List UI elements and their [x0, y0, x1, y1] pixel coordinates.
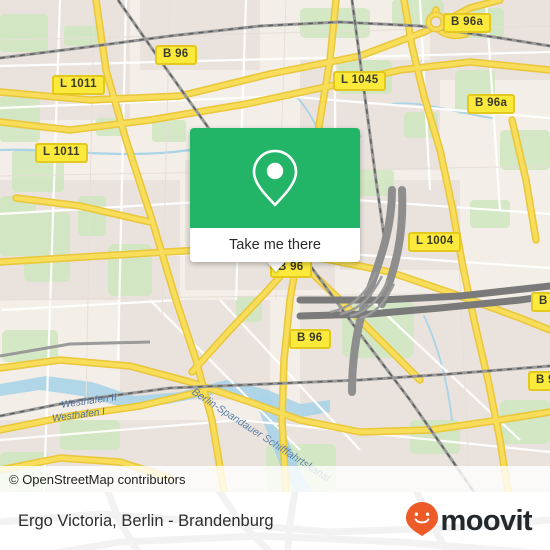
moovit-location-card-screenshot: B 96a B 96 L 1045 B 96a L 1011 L 1011 L … [0, 0, 550, 550]
road-shield[interactable]: B 96 [155, 45, 197, 65]
footer-bar: Ergo Victoria, Berlin - Brandenburg moov… [0, 492, 550, 550]
road-shield[interactable]: B 96a [443, 13, 492, 33]
card-pointer-tail [266, 261, 286, 272]
attribution-text: © OpenStreetMap contributors [9, 471, 186, 487]
card-image-area [190, 128, 360, 228]
map-pin-icon [249, 148, 301, 208]
take-me-there-label: Take me there [229, 237, 321, 253]
card-cta-area[interactable]: Take me there [190, 228, 360, 262]
road-shield[interactable]: B 9 [528, 371, 550, 391]
map-attribution-bar: © OpenStreetMap contributors [0, 466, 550, 492]
road-shield[interactable]: B 96a [467, 94, 516, 114]
road-shield[interactable]: B [531, 292, 550, 312]
road-shield[interactable]: L 1011 [35, 143, 88, 163]
map-canvas[interactable]: B 96a B 96 L 1045 B 96a L 1011 L 1011 L … [0, 0, 550, 492]
moovit-smiley-pin-icon [405, 501, 439, 542]
moovit-brand-logo[interactable]: moovit [405, 501, 533, 542]
page-title: Ergo Victoria, Berlin - Brandenburg [18, 511, 274, 530]
road-shield[interactable]: L 1004 [408, 232, 462, 252]
moovit-wordmark: moovit [440, 504, 533, 537]
road-shield[interactable]: B 96 [289, 329, 331, 349]
road-shield[interactable]: L 1011 [52, 75, 105, 95]
take-me-there-card[interactable]: Take me there [190, 128, 360, 262]
road-shield[interactable]: L 1045 [333, 71, 387, 91]
